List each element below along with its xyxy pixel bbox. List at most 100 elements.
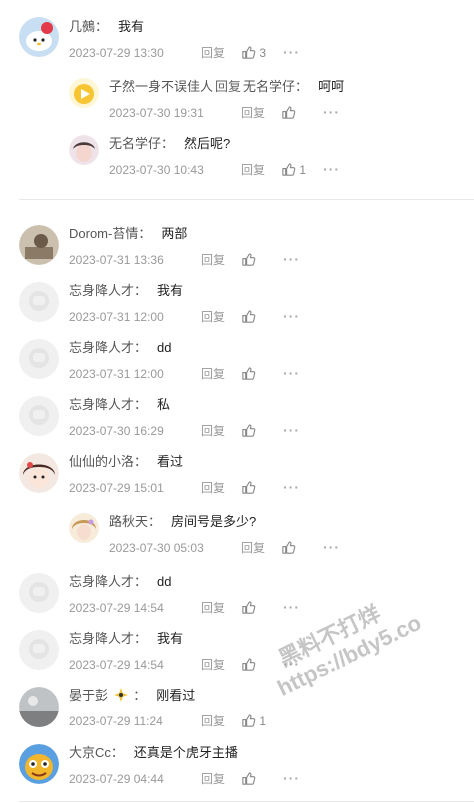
more-options-icon[interactable]: ··· bbox=[283, 44, 300, 60]
username[interactable]: 晏于彭 bbox=[69, 688, 108, 703]
comment-text: 两部 bbox=[161, 226, 188, 241]
reply-button[interactable]: 回复 bbox=[241, 162, 281, 178]
comment-text: 还真是个虎牙主播 bbox=[133, 745, 238, 760]
more-options-icon[interactable]: ··· bbox=[283, 479, 300, 495]
thumbs-up-icon bbox=[282, 163, 296, 176]
reply-button[interactable]: 回复 bbox=[201, 480, 241, 496]
reply-button[interactable]: 回复 bbox=[201, 252, 241, 268]
thumbs-up-icon bbox=[242, 253, 256, 266]
avatar[interactable] bbox=[19, 17, 59, 57]
username[interactable]: 无名学仔 bbox=[109, 136, 161, 151]
thumbs-up-icon bbox=[282, 106, 296, 119]
reply-button[interactable]: 回复 bbox=[201, 657, 241, 673]
like-button[interactable] bbox=[281, 105, 323, 121]
username[interactable]: 忘身降人才 bbox=[69, 574, 134, 589]
default-avatar[interactable] bbox=[19, 282, 59, 322]
like-button[interactable] bbox=[241, 771, 283, 787]
timestamp: 2023-07-29 14:54 bbox=[69, 658, 164, 672]
timestamp: 2023-07-29 14:54 bbox=[69, 601, 164, 615]
more-options-icon[interactable]: ··· bbox=[323, 539, 340, 555]
reply-button[interactable]: 回复 bbox=[201, 309, 241, 325]
like-count: 1 bbox=[299, 163, 307, 177]
timestamp: 2023-07-31 12:00 bbox=[69, 310, 164, 324]
thumbs-up-icon bbox=[242, 310, 256, 323]
comment-text: dd bbox=[157, 574, 172, 589]
reply-button[interactable]: 回复 bbox=[201, 713, 241, 729]
username[interactable]: 几鵺 bbox=[69, 19, 95, 34]
timestamp: 2023-07-29 13:30 bbox=[69, 46, 164, 60]
reply-target-username[interactable]: 无名学仔 bbox=[243, 79, 295, 94]
reply-button[interactable]: 回复 bbox=[201, 366, 241, 382]
like-button[interactable] bbox=[241, 423, 283, 439]
like-button[interactable]: 1 bbox=[241, 713, 283, 729]
timestamp: 2023-07-31 12:00 bbox=[69, 367, 164, 381]
username[interactable]: 忘身降人才 bbox=[69, 631, 134, 646]
reply-button[interactable]: 回复 bbox=[241, 105, 281, 121]
avatar[interactable] bbox=[19, 744, 59, 784]
comment-text: 呵呵 bbox=[318, 79, 345, 94]
reply-button[interactable]: 回复 bbox=[201, 423, 241, 439]
more-options-icon[interactable]: ··· bbox=[283, 770, 300, 786]
divider bbox=[19, 199, 474, 200]
reply-button[interactable]: 回复 bbox=[201, 771, 241, 787]
comment-text: 刚看过 bbox=[156, 688, 196, 703]
reply-button[interactable]: 回复 bbox=[201, 600, 241, 616]
timestamp: 2023-07-29 15:01 bbox=[69, 481, 164, 495]
default-avatar[interactable] bbox=[19, 396, 59, 436]
more-options-icon[interactable]: ··· bbox=[283, 251, 300, 267]
avatar[interactable] bbox=[69, 135, 99, 165]
default-avatar[interactable] bbox=[19, 630, 59, 670]
timestamp: 2023-07-31 13:36 bbox=[69, 253, 164, 267]
username[interactable]: 忘身降人才 bbox=[69, 283, 134, 298]
timestamp: 2023-07-29 04:44 bbox=[69, 772, 164, 786]
like-button[interactable] bbox=[241, 480, 283, 496]
username[interactable]: 子然一身不误佳人 bbox=[109, 79, 213, 94]
more-options-icon[interactable]: ··· bbox=[283, 365, 300, 381]
comment-text: 然后呢? bbox=[184, 136, 231, 151]
avatar[interactable] bbox=[69, 78, 99, 108]
username[interactable]: 大京Cc bbox=[69, 745, 111, 760]
comment-text: 我有 bbox=[118, 19, 145, 34]
thumbs-up-icon bbox=[242, 424, 256, 437]
avatar[interactable] bbox=[69, 513, 99, 543]
avatar[interactable] bbox=[19, 453, 59, 493]
like-button[interactable] bbox=[281, 540, 323, 556]
like-button[interactable]: 1 bbox=[281, 162, 323, 178]
reply-button[interactable]: 回复 bbox=[241, 540, 281, 556]
avatar[interactable] bbox=[19, 687, 59, 727]
username[interactable]: 忘身降人才 bbox=[69, 340, 134, 355]
default-avatar[interactable] bbox=[19, 573, 59, 613]
comment-text: 私 bbox=[157, 397, 171, 412]
like-button[interactable] bbox=[241, 366, 283, 382]
sparkle-badge-icon bbox=[110, 688, 131, 703]
more-options-icon[interactable]: ··· bbox=[323, 161, 340, 177]
more-options-icon[interactable]: ··· bbox=[283, 308, 300, 324]
timestamp: 2023-07-30 10:43 bbox=[109, 163, 204, 177]
username[interactable]: 仙仙的小洛 bbox=[69, 454, 134, 469]
like-button[interactable] bbox=[241, 309, 283, 325]
comment-text: 房间号是多少? bbox=[171, 514, 257, 529]
thumbs-up-icon bbox=[242, 772, 256, 785]
timestamp: 2023-07-29 11:24 bbox=[69, 714, 163, 728]
thumbs-up-icon bbox=[242, 714, 256, 727]
username[interactable]: 路秋天 bbox=[109, 514, 148, 529]
username[interactable]: Dorom-苔情 bbox=[69, 226, 138, 241]
avatar[interactable] bbox=[19, 225, 59, 265]
thumbs-up-icon bbox=[242, 367, 256, 380]
like-button[interactable]: 3 bbox=[241, 45, 283, 61]
thumbs-up-icon bbox=[282, 541, 296, 554]
like-button[interactable] bbox=[241, 252, 283, 268]
like-button[interactable] bbox=[241, 600, 283, 616]
more-options-icon[interactable]: ··· bbox=[283, 422, 300, 438]
timestamp: 2023-07-30 19:31 bbox=[109, 106, 204, 120]
username[interactable]: 忘身降人才 bbox=[69, 397, 134, 412]
comment-text: 我有 bbox=[157, 631, 184, 646]
more-options-icon[interactable]: ··· bbox=[323, 104, 340, 120]
thumbs-up-icon bbox=[242, 601, 256, 614]
more-options-icon[interactable]: ··· bbox=[283, 599, 300, 615]
thumbs-up-icon bbox=[242, 481, 256, 494]
comment-text: 我有 bbox=[157, 283, 184, 298]
default-avatar[interactable] bbox=[19, 339, 59, 379]
thumbs-up-icon bbox=[242, 658, 256, 671]
reply-button[interactable]: 回复 bbox=[201, 45, 241, 61]
